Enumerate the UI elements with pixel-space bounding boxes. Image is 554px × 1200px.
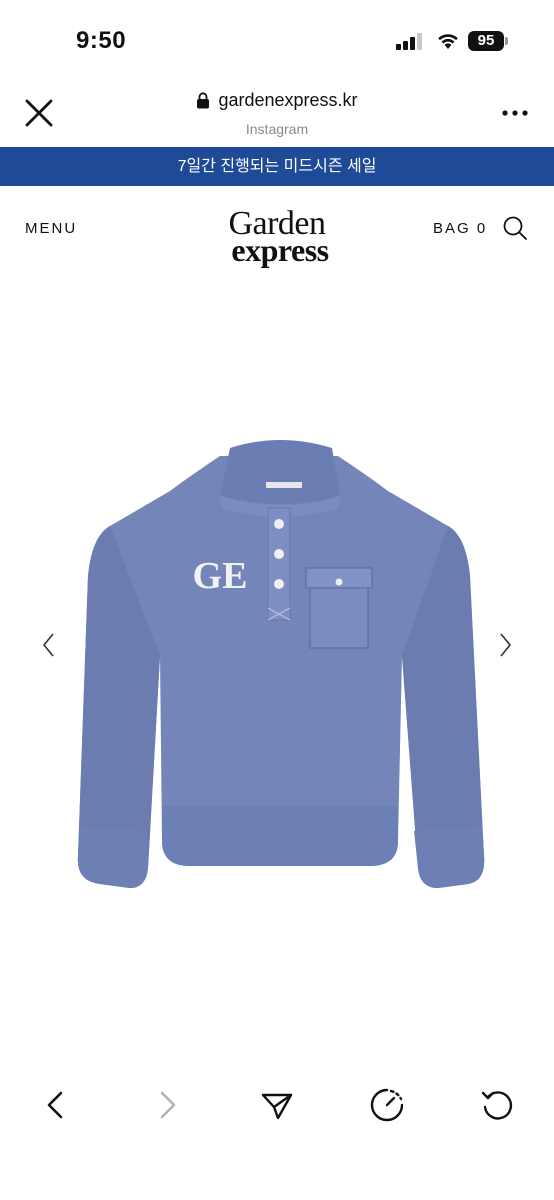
product-image: GE	[77, 440, 485, 888]
wifi-icon	[438, 34, 458, 49]
browser-toolbar	[0, 1075, 554, 1135]
reload-icon[interactable]	[479, 1087, 515, 1123]
chevron-left-icon[interactable]	[40, 631, 58, 659]
status-time: 9:50	[76, 27, 127, 54]
battery-level: 95	[468, 31, 504, 51]
status-bar: 9:50 95	[0, 0, 554, 78]
bag-button[interactable]: BAG 0	[433, 220, 487, 237]
browser-bar: gardenexpress.kr Instagram	[0, 78, 554, 147]
source-label: Instagram	[245, 121, 309, 137]
site-logo[interactable]: Garden express	[0, 207, 554, 268]
chevron-right-icon[interactable]	[496, 631, 514, 659]
product-gallery[interactable]: GE	[0, 286, 554, 1046]
promo-banner[interactable]: 7일간 진행되는 미드시즌 세일	[0, 147, 554, 186]
share-icon[interactable]	[259, 1087, 295, 1123]
address-bar[interactable]: gardenexpress.kr Instagram	[0, 90, 554, 137]
battery-icon: 95	[468, 31, 508, 51]
forward-icon[interactable]	[149, 1087, 185, 1123]
timer-icon[interactable]	[369, 1087, 405, 1123]
site-header: MENU Garden express BAG 0	[0, 186, 554, 286]
battery-cap	[505, 37, 508, 45]
more-icon[interactable]	[502, 108, 528, 118]
signal-icon	[396, 33, 422, 50]
patch-text: GE	[193, 555, 248, 597]
lock-icon	[197, 92, 210, 109]
url-text: gardenexpress.kr	[218, 90, 358, 110]
logo-line2: express	[231, 232, 329, 268]
back-icon[interactable]	[38, 1087, 74, 1123]
search-icon[interactable]	[502, 215, 528, 241]
